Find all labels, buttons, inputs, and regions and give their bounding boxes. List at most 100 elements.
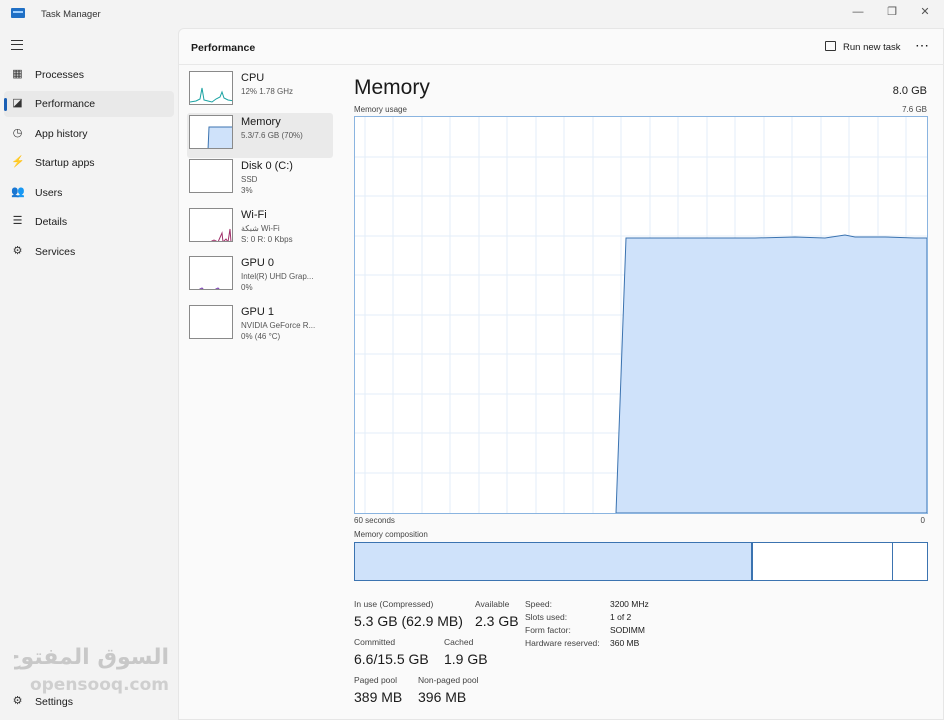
memory-composition-bar (354, 542, 928, 581)
device-gpu0[interactable]: GPU 0 Intel(R) UHD Grap... 0% (187, 254, 333, 299)
device-sub: SSD (241, 175, 258, 184)
performance-icon: ◪ (12, 97, 23, 109)
available-label: Available (475, 599, 510, 609)
sidebar-item-startup-apps[interactable]: ⚡ Startup apps (4, 150, 174, 176)
device-name: Wi-Fi (241, 209, 267, 221)
memory-usage-graph (354, 116, 928, 514)
device-name: GPU 1 (241, 306, 275, 318)
device-sub: 5.3/7.6 GB (70%) (241, 131, 303, 140)
slots-used-key: Slots used: (525, 612, 568, 622)
sidebar: ▦ Processes ◪ Performance ◷ App history … (0, 28, 178, 720)
sidebar-item-details[interactable]: ☰ Details (4, 209, 174, 235)
nonpaged-pool-label: Non-paged pool (418, 675, 479, 685)
run-new-task-label: Run new task (843, 42, 901, 53)
sidebar-item-label: Services (35, 246, 76, 258)
device-sub: S: 0 R: 0 Kbps (241, 235, 293, 244)
gpu0-thumbnail-graph (189, 256, 233, 290)
minimize-button[interactable]: — (846, 4, 870, 20)
page-title: Performance (191, 42, 256, 54)
committed-label: Committed (354, 637, 396, 647)
device-name: GPU 0 (241, 257, 275, 269)
device-disk0[interactable]: Disk 0 (C:) SSD 3% (187, 157, 333, 202)
committed-value: 6.6/15.5 GB (354, 651, 429, 667)
title-bar: Task Manager — ❐ ✕ (0, 0, 944, 28)
memory-usage-label: Memory usage (354, 105, 407, 114)
details-icon: ☰ (12, 215, 23, 227)
cpu-thumbnail-graph (189, 71, 233, 105)
device-name: CPU (241, 72, 265, 84)
device-name: Memory (241, 116, 281, 128)
hardware-reserved-value: 360 MB (610, 638, 640, 648)
sidebar-item-services[interactable]: ⚙ Services (4, 239, 174, 265)
device-list: CPU 12% 1.78 GHz Memory 5.3/7.6 GB (70%)… (179, 65, 337, 720)
sidebar-item-label: Processes (35, 69, 85, 81)
device-sub: 0% (241, 283, 253, 292)
sidebar-item-performance[interactable]: ◪ Performance (4, 91, 174, 117)
device-sub: NVIDIA GeForce R... (241, 321, 316, 330)
task-manager-icon (11, 8, 25, 18)
services-icon: ⚙ (12, 245, 23, 257)
sidebar-item-label: Performance (35, 98, 96, 110)
close-button[interactable]: ✕ (913, 4, 937, 20)
app-history-icon: ◷ (12, 127, 23, 139)
device-gpu1[interactable]: GPU 1 NVIDIA GeForce R... 0% (46 °C) (187, 303, 333, 348)
memory-detail-panel: Memory 8.0 GB Memory usage 7.6 GB 60 sec… (353, 65, 937, 720)
page-header: Performance Run new task ⋯ (179, 29, 944, 65)
run-task-icon (825, 41, 836, 51)
hamburger-menu-icon[interactable] (11, 40, 23, 50)
device-name: Disk 0 (C:) (241, 160, 293, 172)
sidebar-item-app-history[interactable]: ◷ App history (4, 121, 174, 147)
sidebar-item-label: Settings (35, 696, 73, 708)
window-title: Task Manager (41, 9, 101, 20)
memory-thumbnail-graph (189, 115, 233, 149)
main-panel: Performance Run new task ⋯ CPU 12% 1.78 … (178, 28, 944, 720)
users-icon: 👥 (11, 186, 25, 198)
form-factor-value: SODIMM (610, 625, 645, 635)
in-use-label: In use (Compressed) (354, 599, 434, 609)
paged-pool-label: Paged pool (354, 675, 398, 685)
sidebar-item-users[interactable]: 👥 Users (4, 180, 174, 206)
memory-title: Memory (354, 76, 430, 99)
maximize-button[interactable]: ❐ (880, 4, 904, 20)
device-sub: Intel(R) UHD Grap... (241, 272, 314, 281)
paged-pool-value: 389 MB (354, 689, 403, 705)
sidebar-item-label: App history (35, 128, 88, 140)
form-factor-key: Form factor: (525, 625, 571, 635)
more-options-button[interactable]: ⋯ (915, 37, 930, 54)
sidebar-item-label: Startup apps (35, 157, 95, 169)
device-sub: شبكة Wi-Fi (241, 224, 280, 233)
device-sub: 3% (241, 186, 253, 195)
nonpaged-pool-value: 396 MB (418, 689, 467, 705)
device-sub: 0% (46 °C) (241, 332, 281, 341)
graph-time-left: 60 seconds (354, 516, 395, 525)
sidebar-item-label: Details (35, 216, 68, 228)
disk-thumbnail-graph (189, 159, 233, 193)
sidebar-item-settings[interactable]: ⚙ Settings (4, 689, 174, 715)
device-memory[interactable]: Memory 5.3/7.6 GB (70%) (187, 113, 333, 158)
settings-gear-icon: ⚙ (12, 695, 23, 707)
graph-time-right: 0 (920, 516, 925, 525)
wifi-thumbnail-graph (189, 208, 233, 242)
cached-value: 1.9 GB (444, 651, 488, 667)
processes-icon: ▦ (12, 68, 23, 80)
device-wifi[interactable]: Wi-Fi شبكة Wi-Fi S: 0 R: 0 Kbps (187, 206, 333, 251)
cached-label: Cached (444, 637, 474, 647)
memory-usage-max: 7.6 GB (902, 105, 927, 114)
memory-usage-area (615, 234, 928, 514)
speed-key: Speed: (525, 599, 552, 609)
memory-total: 8.0 GB (892, 85, 927, 97)
composition-in-use (355, 543, 753, 580)
hardware-reserved-key: Hardware reserved: (525, 638, 600, 648)
memory-composition-label: Memory composition (354, 530, 428, 539)
device-cpu[interactable]: CPU 12% 1.78 GHz (187, 69, 333, 114)
in-use-value: 5.3 GB (62.9 MB) (354, 613, 463, 629)
available-value: 2.3 GB (475, 613, 519, 629)
sidebar-item-label: Users (35, 187, 63, 199)
slots-used-value: 1 of 2 (610, 612, 632, 622)
composition-divider (892, 543, 893, 580)
device-sub: 12% 1.78 GHz (241, 87, 294, 96)
startup-apps-icon: ⚡ (11, 156, 25, 168)
svg-text:السوق المفتوح: السوق المفتوح (14, 645, 169, 670)
sidebar-item-processes[interactable]: ▦ Processes (4, 62, 174, 88)
gpu1-thumbnail-graph (189, 305, 233, 339)
